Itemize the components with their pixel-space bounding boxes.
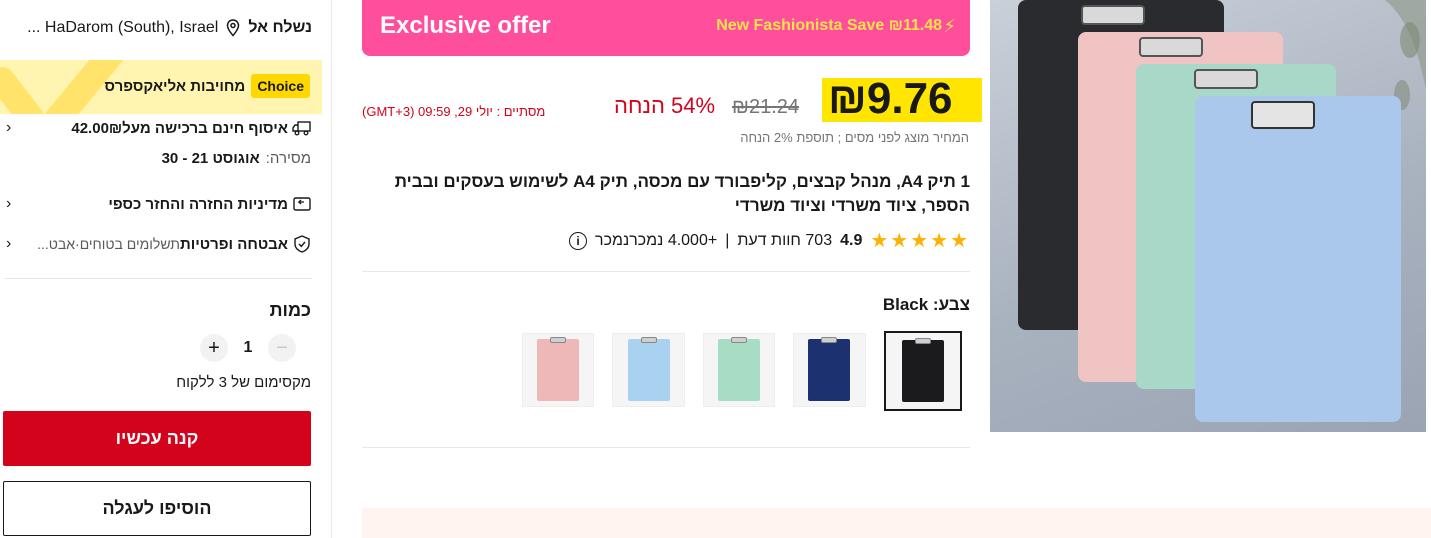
security-subtitle: תשלומים בטוחים·אבט... — [37, 236, 180, 252]
decrease-quantity-button[interactable]: − — [268, 334, 296, 362]
product-title: 1 תיק A4, מנהל קבצים, קליפבורד עם מכסה, … — [394, 172, 970, 215]
color-swatches — [521, 331, 962, 413]
lightning-icon: ⚡ — [943, 16, 956, 36]
chevron-left-icon: ‹ — [6, 195, 12, 212]
quantity-stepper: + 1 − — [200, 333, 312, 363]
discount-label: 54% הנחה — [614, 93, 716, 118]
shield-check-icon — [292, 234, 312, 254]
color-swatch-navy[interactable] — [793, 333, 866, 407]
chevron-left-icon: ‹ — [6, 119, 12, 136]
choice-badge: Choice — [251, 74, 310, 98]
color-label-row: צבע: Black — [883, 295, 970, 315]
delivery-dates: אוגוסט 21 - 30 — [161, 150, 260, 167]
rating-row: ★★★★★ 4.9 703 חוות דעת | +4.000 נמכרנמכר… — [540, 228, 970, 253]
ship-to-location: HaDarom (South), Israel ... — [27, 19, 219, 36]
exclusive-offer-banner[interactable]: Exclusive offer New Fashionista Save ₪11… — [362, 0, 970, 56]
selected-color: Black — [882, 295, 929, 314]
separator: | — [725, 231, 730, 249]
quantity-value[interactable]: 1 — [238, 339, 258, 357]
swatch-clipboard-icon — [718, 337, 761, 401]
buy-now-button[interactable]: קנה עכשיו — [3, 411, 311, 466]
tax-note: המחיר מוצג לפני מסים ; תוספת 2% הנחה — [740, 130, 969, 145]
return-box-icon — [292, 194, 312, 214]
delivery-label: מסירה: — [265, 150, 311, 167]
ship-to-label: נשלח אל — [248, 19, 312, 36]
security-title: אבטחה ופרטיות — [179, 235, 288, 253]
rating-value: 4.9 — [840, 231, 863, 249]
color-swatch-sky-blue[interactable] — [612, 333, 685, 407]
purchase-panel: נשלח אל HaDarom (South), Israel ... Choi… — [0, 0, 332, 538]
location-pin-icon — [226, 19, 240, 37]
choice-commitment-text: מחויבות אליאקספרס — [104, 77, 246, 95]
quantity-title: כמות — [269, 300, 311, 320]
free-shipping-text: איסוף חינם ברכישה מעל — [122, 119, 288, 137]
add-to-cart-button[interactable]: הוסיפו לעגלה — [3, 481, 311, 536]
offer-ends-text: מסתיים : יולי 29, 09:59 (GMT+3) — [362, 104, 546, 119]
security-row[interactable]: אבטחה ופרטיות תשלומים בטוחים·אבט... ‹ — [6, 234, 312, 254]
chevron-left-icon: ‹ — [6, 235, 12, 252]
color-swatch-mint[interactable] — [702, 333, 776, 407]
quantity-max-note: מקסימום של 3 ללקוח — [176, 374, 311, 391]
swatch-clipboard-icon — [808, 337, 851, 401]
return-policy-text: מדיניות החזרה והחזר כספי — [108, 195, 288, 213]
current-price: ₪9.76 — [828, 74, 953, 123]
bottom-section — [362, 508, 1431, 538]
info-icon[interactable]: i — [569, 231, 588, 250]
ship-to-row[interactable]: נשלח אל HaDarom (South), Israel ... — [8, 16, 312, 40]
free-shipping-row[interactable]: איסוף חינם ברכישה מעל 42.00₪ ‹ — [6, 118, 312, 138]
product-image[interactable] — [990, 0, 1426, 432]
delivery-row: מסירה: אוגוסט 21 - 30 — [162, 150, 311, 167]
original-price: ₪21.24 — [732, 96, 800, 118]
swatch-clipboard-icon — [537, 337, 580, 401]
return-policy-row[interactable]: מדיניות החזרה והחזר כספי ‹ — [6, 194, 312, 214]
offer-title: Exclusive offer — [380, 12, 551, 39]
review-count[interactable]: 703 חוות דעת — [737, 232, 832, 250]
color-label: צבע: — [932, 295, 970, 314]
offer-promo-text: New Fashionista Save ₪11.48 — [716, 17, 942, 34]
color-swatch-pink[interactable] — [521, 333, 595, 407]
swatch-clipboard-icon — [627, 337, 670, 401]
rating-stars-icon[interactable]: ★★★★★ — [870, 228, 970, 253]
truck-icon — [292, 118, 312, 138]
divider — [362, 447, 970, 448]
divider — [362, 271, 970, 272]
clipboards-illustration — [1018, 0, 1426, 422]
increase-quantity-button[interactable]: + — [200, 334, 228, 362]
sold-count: +4.000 נמכרנמכר — [595, 231, 718, 249]
choice-commitment-banner[interactable]: Choice מחויבות אליאקספרס — [0, 60, 322, 114]
swatch-clipboard-icon — [901, 338, 944, 402]
free-shipping-amount: 42.00₪ — [71, 119, 123, 137]
color-swatch-black[interactable] — [883, 331, 962, 411]
divider — [4, 278, 312, 279]
